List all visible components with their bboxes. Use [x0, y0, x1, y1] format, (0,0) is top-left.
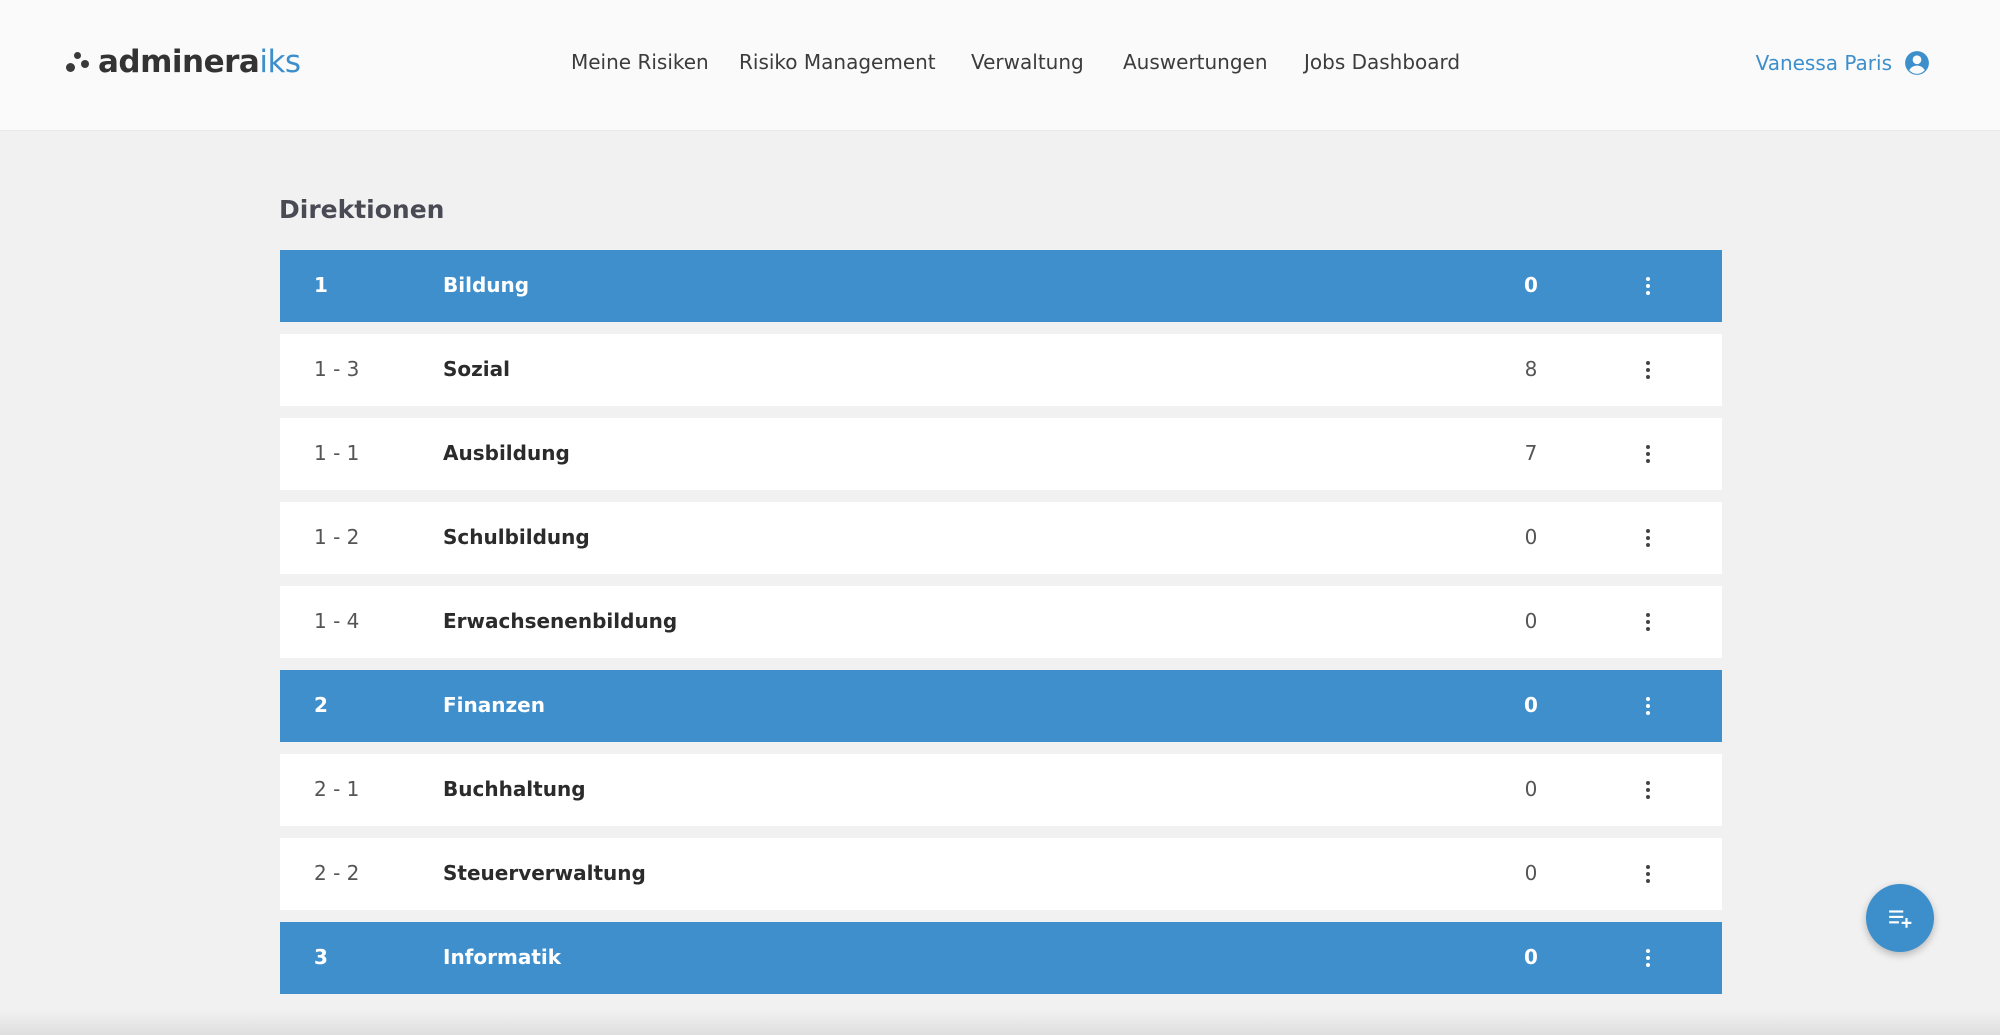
row-number: 1 - 4 [314, 609, 360, 633]
row-count: 0 [1524, 525, 1538, 549]
row-count: 7 [1524, 441, 1538, 465]
more-vert-icon[interactable] [1634, 440, 1662, 468]
account-circle-icon [1905, 51, 1929, 75]
more-vert-icon[interactable] [1634, 272, 1662, 300]
more-vert-icon[interactable] [1634, 524, 1662, 552]
more-vert-icon[interactable] [1634, 860, 1662, 888]
list-item-row[interactable]: 2 - 2 Steuerverwaltung 0 [280, 838, 1722, 910]
row-count: 0 [1524, 777, 1538, 801]
row-name: Buchhaltung [443, 777, 586, 801]
page-title: Direktionen [279, 195, 445, 224]
row-name: Sozial [443, 357, 510, 381]
row-number: 3 [314, 945, 328, 969]
row-number: 2 [314, 693, 328, 717]
row-number: 1 [314, 273, 328, 297]
more-vert-icon[interactable] [1634, 944, 1662, 972]
row-name: Schulbildung [443, 525, 590, 549]
main-nav: Meine Risiken Risiko Management Verwaltu… [0, 50, 2000, 80]
nav-item-auswertungen[interactable]: Auswertungen [1123, 50, 1268, 74]
list-group-row[interactable]: 1 Bildung 0 [280, 250, 1722, 322]
nav-item-meine-risiken[interactable]: Meine Risiken [571, 50, 709, 74]
more-vert-icon[interactable] [1634, 692, 1662, 720]
row-name: Bildung [443, 273, 530, 297]
row-number: 2 - 1 [314, 777, 360, 801]
list-group-row[interactable]: 2 Finanzen 0 [280, 670, 1722, 742]
row-name: Ausbildung [443, 441, 570, 465]
nav-item-risiko-management[interactable]: Risiko Management [739, 50, 936, 74]
more-vert-icon[interactable] [1634, 776, 1662, 804]
nav-item-verwaltung[interactable]: Verwaltung [971, 50, 1084, 74]
bottom-shadow [0, 1010, 2000, 1035]
row-number: 1 - 3 [314, 357, 360, 381]
row-number: 2 - 2 [314, 861, 360, 885]
playlist-add-icon [1889, 910, 1912, 928]
row-number: 1 - 1 [314, 441, 360, 465]
row-name: Steuerverwaltung [443, 861, 646, 885]
row-count: 8 [1524, 357, 1538, 381]
more-vert-icon[interactable] [1634, 608, 1662, 636]
list-item-row[interactable]: 1 - 4 Erwachsenenbildung 0 [280, 586, 1722, 658]
row-name: Finanzen [443, 693, 545, 717]
row-count: 0 [1524, 609, 1538, 633]
nav-item-jobs-dashboard[interactable]: Jobs Dashboard [1304, 50, 1460, 74]
list-group-row[interactable]: 3 Informatik 0 [280, 922, 1722, 994]
app-header: adminera iks Meine Risiken Risiko Managem… [0, 0, 2000, 131]
add-entry-fab-button[interactable] [1866, 884, 1934, 952]
row-count: 0 [1524, 273, 1538, 297]
user-menu[interactable]: Vanessa Paris [1756, 50, 1930, 76]
row-count: 0 [1524, 945, 1538, 969]
user-name: Vanessa Paris [1755, 51, 1892, 75]
row-number: 1 - 2 [314, 525, 360, 549]
more-vert-icon[interactable] [1634, 356, 1662, 384]
list-item-row[interactable]: 2 - 1 Buchhaltung 0 [280, 754, 1722, 826]
list-item-row[interactable]: 1 - 1 Ausbildung 7 [280, 418, 1722, 490]
direktionen-list: 1 Bildung 0 1 - 3 Sozial 8 1 - 1 Ausbild… [280, 250, 1722, 1006]
list-item-row[interactable]: 1 - 3 Sozial 8 [280, 334, 1722, 406]
row-name: Informatik [443, 945, 562, 969]
row-name: Erwachsenenbildung [443, 609, 678, 633]
row-count: 0 [1524, 861, 1538, 885]
list-item-row[interactable]: 1 - 2 Schulbildung 0 [280, 502, 1722, 574]
row-count: 0 [1524, 693, 1538, 717]
